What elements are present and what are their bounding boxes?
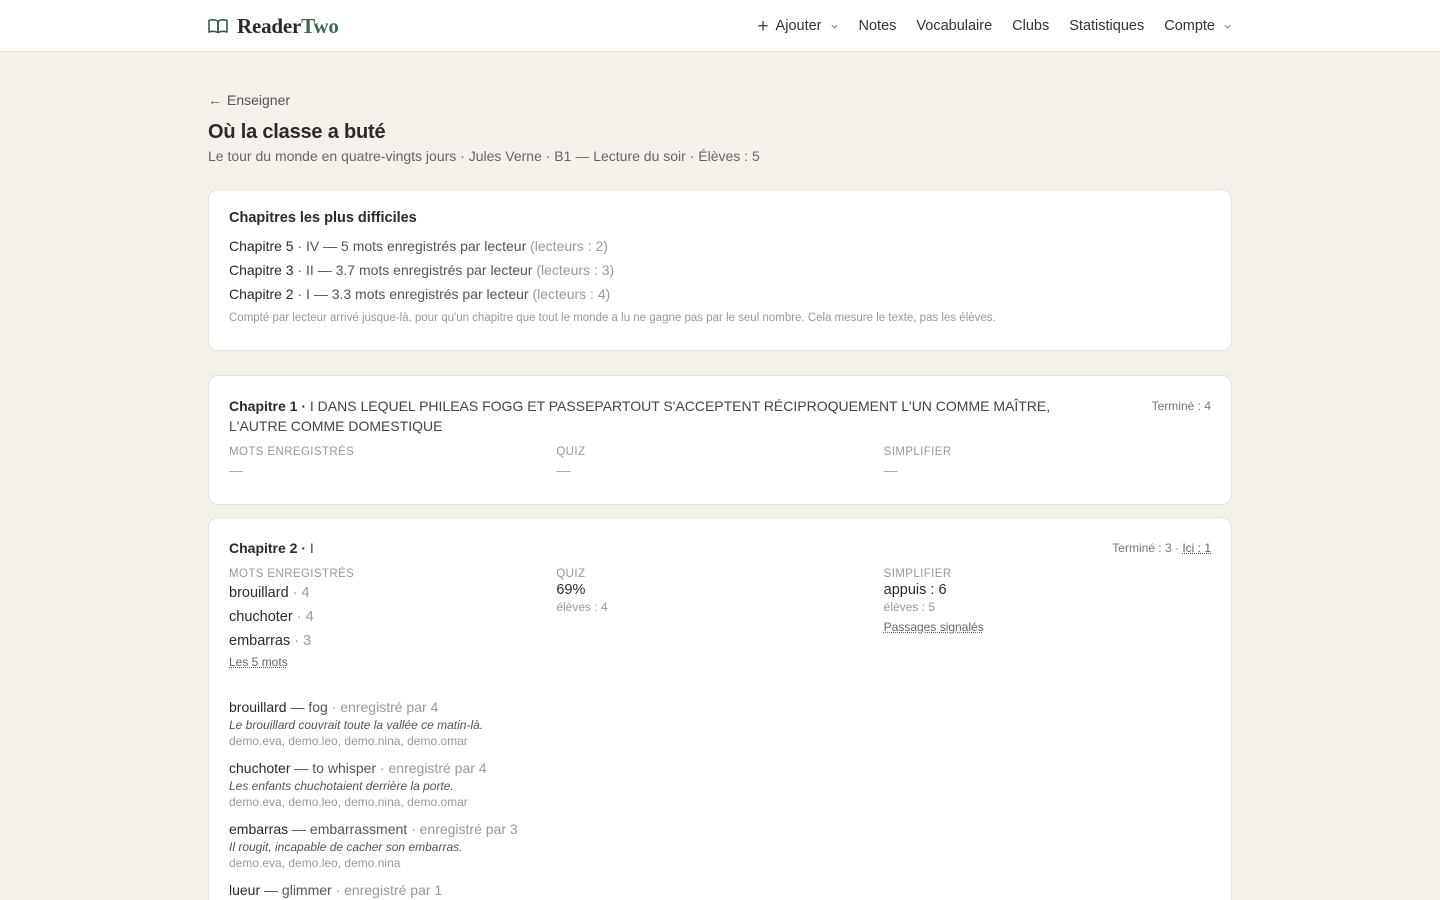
chevron-down-icon <box>1224 24 1231 29</box>
brand-name: ReaderTwo <box>237 13 339 38</box>
words-label: MOTS ENREGISTRÉS <box>229 446 355 458</box>
example-sentence: Les enfants chuchotaient derrière la por… <box>229 779 454 793</box>
nav-statistics[interactable]: Statistiques <box>1069 18 1144 34</box>
list-item: embarras · 3 <box>229 633 312 649</box>
list-item: Chapitre 2 · I — 3.3 mots enregistrés pa… <box>229 286 611 302</box>
open-book-icon <box>208 19 228 34</box>
list-item: lueur — glimmer · enregistré par 1 <box>229 882 443 898</box>
simplify-label: SIMPLIFIER <box>883 568 952 580</box>
chapter-status: Terminé : 3 · Ici : 1 <box>1112 541 1211 555</box>
page-title: Où la classe a buté <box>208 121 386 143</box>
chapter-metrics: MOTS ENREGISTRÉS brouillard · 4 chuchote… <box>229 568 1211 671</box>
list-item: embarras — embarrassment · enregistré pa… <box>229 819 1211 871</box>
quiz-score: 69% <box>556 582 586 598</box>
main-nav: + Ajouter Notes Vocabulaire Clubs Statis… <box>757 17 1232 36</box>
nav-notes[interactable]: Notes <box>859 18 897 34</box>
list-item: Chapitre 5 · IV — 5 mots enregistrés par… <box>229 238 608 254</box>
here-link[interactable]: Ici : 1 <box>1182 541 1211 555</box>
arrow-left-icon: ← <box>208 92 222 108</box>
quiz-students: élèves : 4 <box>556 600 608 614</box>
list-item: chuchoter · 4 <box>229 609 314 625</box>
chapter-metrics: MOTS ENREGISTRÉS — QUIZ — SIMPLIFIER — <box>229 446 1211 478</box>
chapter-title: Chapitre 1 · I DANS LEQUEL PHILEAS FOGG … <box>229 398 1051 434</box>
hardest-chapters-heading: Chapitres les plus difficiles <box>229 210 417 226</box>
entry-users: demo.eva, demo.leo, demo.nina, demo.omar <box>229 795 468 809</box>
list-item: brouillard — fog · enregistré par 4 Le b… <box>229 697 1211 749</box>
top-bar: ReaderTwo + Ajouter Notes Vocabulaire Cl… <box>0 0 1440 52</box>
hardest-chapters-card: Chapitres les plus difficiles Chapitre 5… <box>208 189 1232 351</box>
all-words-link[interactable]: Les 5 mots <box>229 655 288 669</box>
chapter-status: Terminé : 4 <box>1151 399 1211 413</box>
page-subtitle: Le tour du monde en quatre-vingts jours … <box>208 148 760 164</box>
nav-vocabulary[interactable]: Vocabulaire <box>916 18 992 34</box>
chapter-title: Chapitre 2 · I <box>229 540 314 556</box>
example-sentence: Le brouillard couvrait toute la vallée c… <box>229 718 484 732</box>
list-item: chuchoter — to whisper · enregistré par … <box>229 758 1211 810</box>
quiz-label: QUIZ <box>556 446 586 458</box>
chapter-card-2: Chapitre 2 · I Terminé : 3 · Ici : 1 MOT… <box>208 517 1232 900</box>
plus-icon: + <box>757 15 769 37</box>
brand-logo[interactable]: ReaderTwo <box>208 14 339 39</box>
list-item: brouillard · 4 <box>229 585 310 601</box>
flagged-passages-link[interactable]: Passages signalés <box>884 620 984 634</box>
nav-account-menu[interactable]: Compte <box>1164 18 1232 34</box>
nav-add-menu[interactable]: + Ajouter <box>757 17 838 36</box>
entry-users: demo.eva, demo.leo, demo.nina <box>229 856 401 870</box>
entry-users: demo.eva, demo.leo, demo.nina, demo.omar <box>229 734 468 748</box>
top-words-list: brouillard · 4 chuchoter · 4 embarras · … <box>229 581 556 653</box>
main-content: ← Enseigner Où la classe a buté Le tour … <box>208 52 1232 900</box>
word-entries: brouillard — fog · enregistré par 4 Le b… <box>229 697 1211 900</box>
nav-clubs[interactable]: Clubs <box>1012 18 1049 34</box>
hardest-chapters-list: Chapitre 5 · IV — 5 mots enregistrés par… <box>229 234 1211 306</box>
quiz-value: — <box>556 462 571 478</box>
quiz-label: QUIZ <box>556 568 586 580</box>
simplify-count: appuis : 6 <box>883 582 947 598</box>
example-sentence: Il rougit, incapable de cacher son embar… <box>229 840 463 854</box>
words-value: — <box>229 462 243 478</box>
list-item: Chapitre 3 · II — 3.7 mots enregistrés p… <box>229 262 615 278</box>
back-label: Enseigner <box>227 92 291 108</box>
simplify-label: SIMPLIFIER <box>883 446 952 458</box>
simplify-students: élèves : 5 <box>883 600 936 614</box>
chevron-down-icon <box>830 24 838 29</box>
back-link[interactable]: ← Enseigner <box>208 90 1232 110</box>
nav-account-label: Compte <box>1164 18 1215 34</box>
words-label: MOTS ENREGISTRÉS <box>229 568 355 580</box>
nav-add-label: Ajouter <box>775 18 822 34</box>
hardest-chapters-note: Compté par lecteur arrivé jusque-là, pou… <box>229 312 996 324</box>
simplify-value: — <box>883 462 898 478</box>
chapter-card-1: Chapitre 1 · I DANS LEQUEL PHILEAS FOGG … <box>208 375 1232 505</box>
